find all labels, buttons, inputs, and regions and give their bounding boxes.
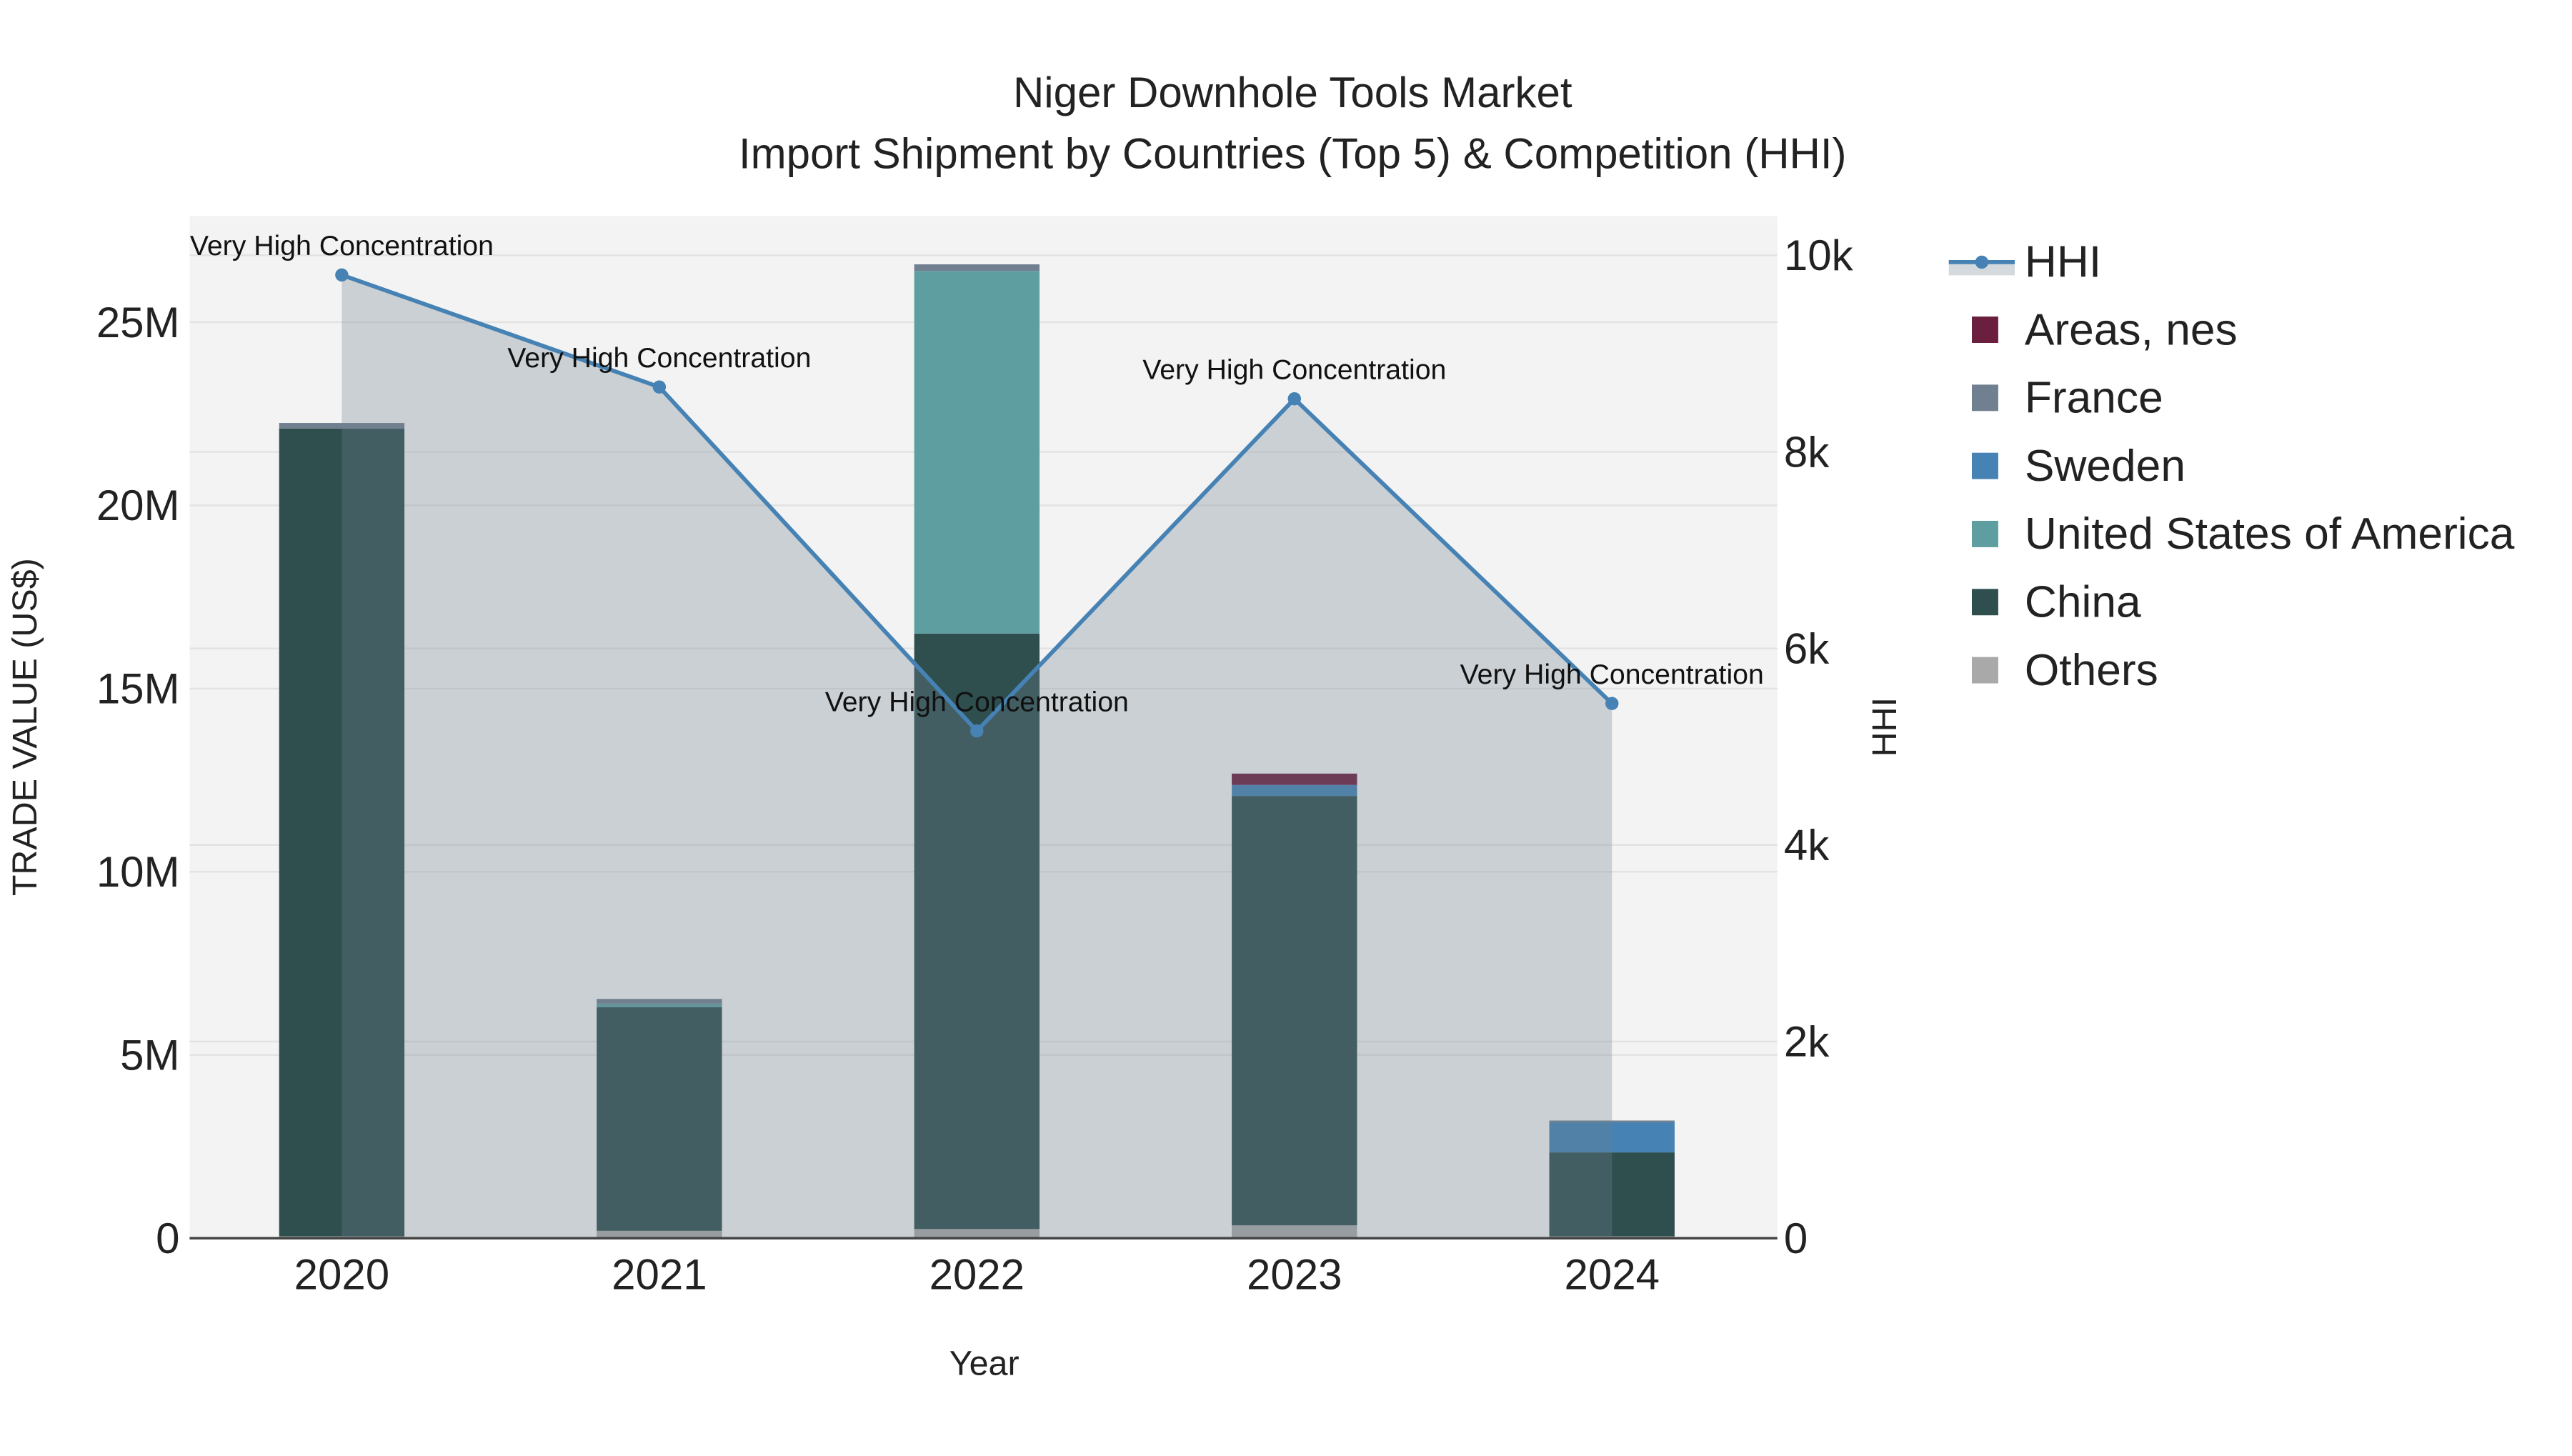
legend-label: France: [2025, 374, 2163, 423]
chart: Niger Downhole Tools Market Import Shipm…: [6, 69, 2515, 1383]
hhi-annotation: Very High Concentration: [190, 230, 494, 261]
hhi-point-2024: [1605, 697, 1619, 710]
y2-tick-label: 4k: [1784, 822, 1830, 869]
legend-swatch: [1972, 521, 1998, 547]
x-axis-label: Year: [949, 1345, 1020, 1383]
y-tick-label: 5M: [120, 1031, 179, 1079]
legend-label: United States of America: [2025, 509, 2515, 559]
x-tick-label: 2024: [1564, 1251, 1659, 1299]
legend-item-france[interactable]: France: [1972, 374, 2163, 423]
legend-item-others[interactable]: Others: [1972, 646, 2158, 695]
legend-swatch: [1972, 452, 1998, 479]
legend-item-united-states-of-america[interactable]: United States of America: [1972, 509, 2515, 559]
y2-axis-label: HHI: [1865, 697, 1904, 757]
legend-label: Sweden: [2025, 442, 2185, 491]
y-axis-label: TRADE VALUE (US$): [6, 558, 44, 896]
legend-swatch: [1972, 589, 1998, 616]
chart-container: Niger Downhole Tools Market Import Shipm…: [0, 0, 2572, 1447]
y-tick-label: 10M: [96, 848, 180, 896]
x-tick-label: 2021: [612, 1251, 707, 1299]
bar-united-states-of-america-2022: [914, 271, 1040, 634]
legend-item-sweden[interactable]: Sweden: [1972, 442, 2185, 491]
chart-subtitle: Import Shipment by Countries (Top 5) & C…: [739, 129, 1847, 177]
y2-tick-label: 10k: [1784, 231, 1854, 279]
legend-swatch: [1972, 316, 1998, 344]
x-tick-label: 2022: [929, 1251, 1025, 1299]
chart-title: Niger Downhole Tools Market: [1013, 69, 1572, 116]
x-tick-label: 2020: [294, 1251, 389, 1299]
legend-item-areas-nes[interactable]: Areas, nes: [1972, 305, 2238, 354]
legend-label: Areas, nes: [2025, 305, 2238, 354]
y-tick-label: 15M: [96, 665, 180, 713]
y-tick-label: 0: [156, 1215, 179, 1262]
hhi-annotation: Very High Concentration: [1142, 354, 1446, 386]
hhi-point-2023: [1287, 392, 1302, 406]
legend-swatch: [1972, 657, 1998, 684]
hhi-point-2022: [970, 724, 984, 738]
hhi-annotation: Very High Concentration: [1460, 659, 1764, 690]
hhi-annotation: Very High Concentration: [825, 687, 1129, 718]
legend-label: HHI: [2025, 238, 2101, 287]
y2-tick-label: 2k: [1784, 1018, 1830, 1066]
hhi-point-2020: [335, 268, 349, 282]
y2-tick-label: 8k: [1784, 428, 1830, 476]
hhi-point-2021: [652, 380, 667, 394]
legend-label: Others: [2025, 646, 2158, 695]
legend-item-china[interactable]: China: [1972, 578, 2141, 627]
legend-item-hhi[interactable]: HHI: [1948, 238, 2101, 287]
legend-hhi-marker: [1975, 255, 1989, 269]
x-tick-label: 2023: [1247, 1251, 1342, 1299]
y2-tick-label: 0: [1784, 1215, 1808, 1262]
hhi-annotation: Very High Concentration: [507, 342, 811, 374]
y-tick-label: 25M: [96, 299, 180, 346]
legend-label: China: [2025, 578, 2141, 627]
y2-tick-label: 6k: [1784, 624, 1830, 672]
bar-france-2022: [914, 264, 1040, 271]
legend-swatch: [1972, 384, 1998, 412]
y-tick-label: 20M: [96, 482, 180, 529]
